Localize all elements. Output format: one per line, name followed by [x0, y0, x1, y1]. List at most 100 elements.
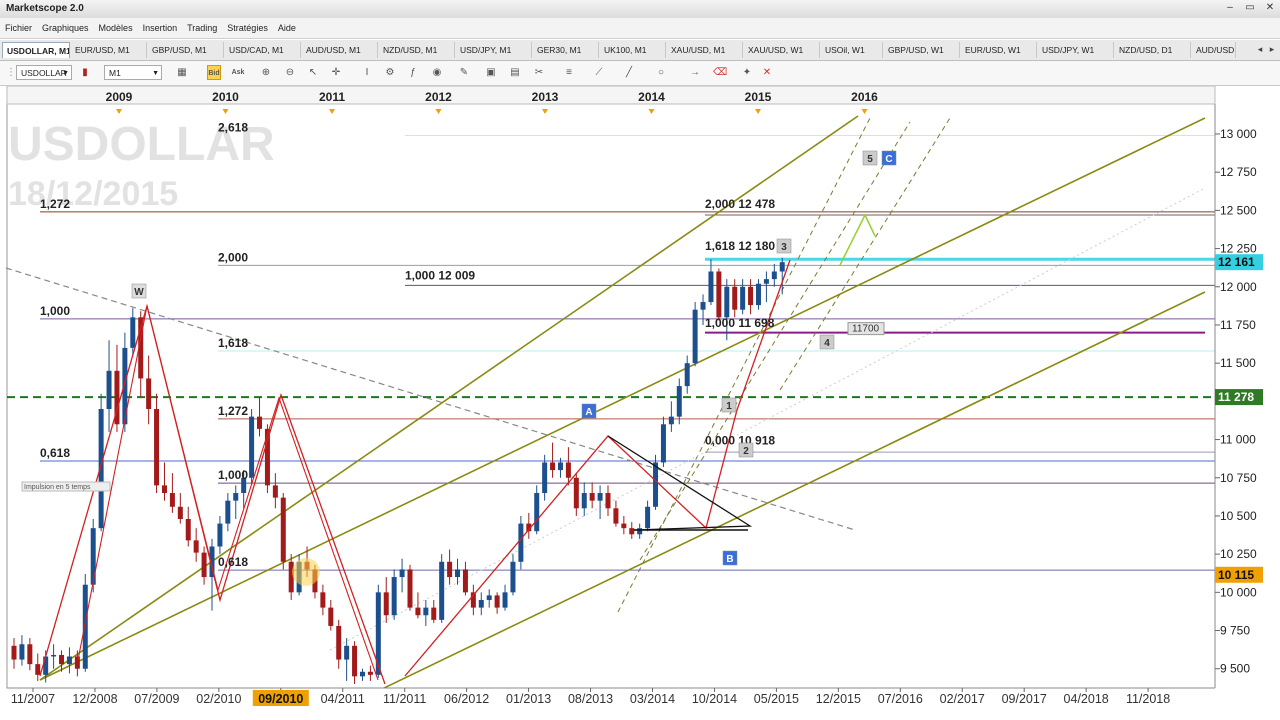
- x-tick-label: 08/2013: [568, 692, 613, 706]
- properties-icon[interactable]: ⚙: [383, 65, 397, 80]
- eraser-icon[interactable]: ⌫: [713, 65, 727, 80]
- wave-label: 5: [867, 154, 873, 165]
- chart-tab[interactable]: NZD/USD, M1: [379, 42, 455, 58]
- chart-tab[interactable]: XAU/USD, W1: [744, 42, 820, 58]
- chart-tab[interactable]: XAU/USD, M1: [667, 42, 743, 58]
- title-bar: Marketscope 2.0 – ▭ ✕: [0, 0, 1280, 19]
- template-icon[interactable]: ▤: [508, 65, 522, 80]
- ask-toggle[interactable]: Ask: [231, 65, 245, 80]
- annotation-label: Impulsion en 5 temps: [24, 484, 91, 491]
- chart-tab[interactable]: USD/CAD, M1: [225, 42, 301, 58]
- zoom-in-icon[interactable]: ⊕: [259, 65, 273, 80]
- candle-body: [605, 493, 611, 509]
- trendline-icon[interactable]: ╱: [622, 65, 636, 80]
- x-tick-label: 05/2015: [754, 692, 799, 706]
- x-tick-label: 12/2008: [72, 692, 117, 706]
- text-tool-icon[interactable]: I: [360, 65, 374, 80]
- fib-label: 2,000: [218, 250, 248, 264]
- candle: [692, 302, 698, 367]
- candle-body: [344, 645, 350, 660]
- close-button[interactable]: ✕: [1262, 2, 1278, 14]
- y-tick-label: 12 750: [1220, 165, 1257, 179]
- candle-body: [225, 500, 231, 524]
- minimize-button[interactable]: –: [1222, 2, 1238, 14]
- menu-modeles[interactable]: Modèles: [94, 18, 138, 38]
- candle-body: [755, 283, 761, 306]
- menu-strategies[interactable]: Stratégies: [222, 18, 273, 38]
- lines-icon[interactable]: ≡: [562, 65, 576, 80]
- candle-style-icon[interactable]: ▮: [78, 65, 92, 80]
- chart-type-icon[interactable]: ▦: [175, 65, 189, 80]
- chart-tab[interactable]: GBP/USD, W1: [884, 42, 960, 58]
- watermark-date: 18/12/2015: [8, 175, 178, 213]
- zoom-out-icon[interactable]: ⊖: [283, 65, 297, 80]
- globe-icon[interactable]: ◉: [430, 65, 444, 80]
- level-label: 11700: [852, 324, 880, 335]
- fibonacci-icon[interactable]: ⟋: [592, 65, 606, 80]
- candle-body: [59, 654, 65, 665]
- candle-body: [534, 493, 540, 532]
- price-chart[interactable]: USDOLLAR18/12/20152009 2010 2011 2012 2013 20…: [0, 86, 1280, 720]
- fib-label: 1,272: [218, 404, 248, 418]
- cursor-icon[interactable]: ↖: [306, 65, 320, 80]
- top-axis-year-label: 2012: [425, 90, 452, 104]
- candle-body: [645, 506, 651, 529]
- x-tick-label: 02/2010: [196, 692, 241, 706]
- chart-tab[interactable]: AUD/USD, M1: [302, 42, 378, 58]
- delete-icon[interactable]: ✕: [760, 65, 774, 80]
- chart-tab[interactable]: USDOLLAR, M1: [2, 42, 70, 58]
- candle-body: [732, 286, 738, 310]
- wave-label: 1: [726, 401, 732, 412]
- instrument-select[interactable]: USDOLLAR ▼: [16, 65, 72, 80]
- chart-tab[interactable]: GER30, M1: [533, 42, 599, 58]
- fib-label: 1,000 11 698: [705, 316, 775, 330]
- pin-icon[interactable]: ✦: [740, 65, 754, 80]
- top-axis-year-label: 2014: [638, 90, 665, 104]
- wave-label: A: [585, 407, 592, 418]
- y-tick-label: 10 000: [1220, 585, 1257, 599]
- y-tick-label: 9 750: [1220, 624, 1250, 638]
- chart-tab[interactable]: NZD/USD, D1: [1115, 42, 1191, 58]
- candle-body: [510, 561, 516, 593]
- menu-insertion[interactable]: Insertion: [138, 18, 183, 38]
- arrow-icon[interactable]: →: [688, 65, 702, 80]
- tab-scroll-right-icon[interactable]: ▸: [1266, 42, 1278, 56]
- y-tick-label: 10 500: [1220, 509, 1257, 523]
- wave-label: C: [885, 154, 892, 165]
- menu-fichier[interactable]: Fichier: [0, 18, 37, 38]
- menu-graphiques[interactable]: Graphiques: [37, 18, 94, 38]
- menu-aide[interactable]: Aide: [273, 18, 301, 38]
- shape-icon[interactable]: ○: [654, 65, 668, 80]
- candle-body: [185, 519, 191, 541]
- top-axis-year-label: 2009: [106, 90, 133, 104]
- chart-tab[interactable]: USD/JPY, W1: [1038, 42, 1114, 58]
- chart-tab[interactable]: EUR/USD, M1: [71, 42, 147, 58]
- candle-body: [35, 664, 41, 675]
- chart-tab[interactable]: UK100, M1: [600, 42, 666, 58]
- pencil-icon[interactable]: ✎: [457, 65, 471, 80]
- chart-tab[interactable]: USOil, W1: [821, 42, 883, 58]
- candle-body: [637, 528, 643, 535]
- candle-body: [542, 462, 548, 494]
- chart-tab[interactable]: USD/JPY, M1: [456, 42, 532, 58]
- top-axis-year-label: 2010: [212, 90, 239, 104]
- menu-trading[interactable]: Trading: [182, 18, 222, 38]
- x-tick-label: 11/2018: [1126, 692, 1170, 706]
- timeframe-select[interactable]: M1 ▼: [104, 65, 162, 80]
- candle-body: [518, 523, 524, 562]
- tab-scroll-left-icon[interactable]: ◂: [1254, 42, 1266, 56]
- restore-button[interactable]: ▭: [1242, 2, 1258, 14]
- candle-body: [146, 378, 152, 409]
- crosshair-icon[interactable]: ✛: [329, 65, 343, 80]
- chart-tab[interactable]: EUR/USD, W1: [961, 42, 1037, 58]
- tools-icon[interactable]: ✂: [532, 65, 546, 80]
- chart-tab[interactable]: GBP/USD, M1: [148, 42, 224, 58]
- candle-body: [74, 656, 80, 669]
- image-icon[interactable]: ▣: [484, 65, 498, 80]
- bid-toggle[interactable]: Bid: [207, 65, 221, 80]
- candle-body: [367, 671, 373, 675]
- x-tick-label: 11/2007: [11, 692, 55, 706]
- chart-tab[interactable]: AUD/USD,: [1192, 42, 1236, 58]
- fib-label: 1,618: [218, 336, 248, 350]
- indicator-icon[interactable]: ƒ: [406, 65, 420, 80]
